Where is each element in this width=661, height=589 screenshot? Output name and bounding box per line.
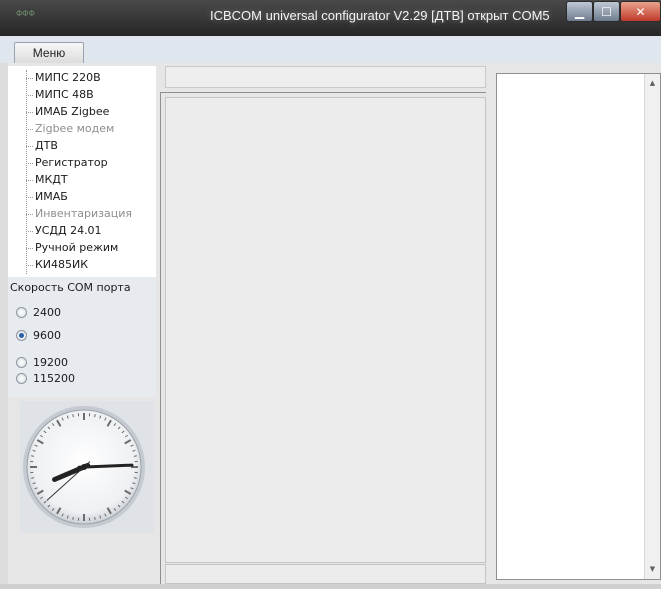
tree-item[interactable]: ИМАБ Zigbee [8, 104, 156, 120]
scroll-down-icon[interactable]: ▼ [645, 562, 660, 577]
app-window: ΦΦΦ ICBCOM universal configurator V2.29 … [0, 0, 661, 589]
maximize-button[interactable]: ☐ [593, 1, 620, 22]
tree-item[interactable]: Регистратор [8, 155, 156, 171]
tree-item-label: МИПС 48В [35, 88, 94, 101]
clock-face [23, 406, 145, 528]
tree-item-label: Инвентаризация [35, 207, 132, 220]
tree-connector [26, 112, 33, 113]
tree-connector [26, 129, 33, 130]
clock-tick [133, 455, 137, 457]
clock-tick [72, 414, 74, 418]
tree-item-label: МИПС 220В [35, 71, 101, 84]
baud-rate-group: Скорость COM порта 2400 9600 19200 115200 [8, 277, 156, 397]
tree-item-label: Регистратор [35, 156, 108, 169]
close-icon: ✕ [635, 5, 646, 19]
tree-connector [26, 95, 33, 96]
maximize-icon: ☐ [601, 5, 612, 19]
tree-item-label: ИМАБ [35, 190, 68, 203]
baud-rate-title: Скорость COM порта [10, 281, 131, 294]
tree-item[interactable]: КИ485ИК [8, 257, 156, 273]
tree-item[interactable]: УСДД 24.01 [8, 223, 156, 239]
middle-top-bar [165, 66, 486, 88]
tree-item[interactable]: МИПС 220В [8, 70, 156, 86]
radio-icon[interactable] [16, 330, 27, 341]
tree-connector [26, 78, 33, 79]
tree-item-label: КИ485ИК [35, 258, 89, 271]
tree-connector [26, 163, 33, 164]
baud-radio-label: 115200 [33, 372, 75, 385]
tree-item-label: МКДТ [35, 173, 68, 186]
tree-item[interactable]: МКДТ [8, 172, 156, 188]
baud-radio-115200[interactable]: 115200 [16, 371, 136, 387]
tree-item[interactable]: ДТВ [8, 138, 156, 154]
bottom-edge [0, 584, 661, 589]
tree-item-label: ДТВ [35, 139, 58, 152]
log-text-area[interactable]: ▲ ▼ [496, 73, 661, 580]
left-edge [0, 63, 8, 589]
vertical-scrollbar[interactable]: ▲ ▼ [644, 74, 660, 579]
tree-connector [26, 214, 33, 215]
clock-tick [72, 516, 74, 520]
baud-radio-2400[interactable]: 2400 [16, 305, 136, 321]
tree-connector [26, 231, 33, 232]
minimize-button[interactable]: ▁ [566, 1, 593, 22]
baud-radio-label: 19200 [33, 356, 68, 369]
tree-item: Инвентаризация [8, 206, 156, 222]
tree-item: Zigbee модем [8, 121, 156, 137]
radio-icon[interactable] [16, 307, 27, 318]
tree-item[interactable]: Ручной режим [8, 240, 156, 256]
clock-center [81, 464, 87, 470]
analog-clock [20, 401, 154, 533]
clock-tick [94, 516, 96, 520]
baud-radio-19200[interactable]: 19200 [16, 355, 136, 371]
baud-radio-label: 2400 [33, 306, 61, 319]
menu-tab[interactable]: Меню [14, 42, 84, 63]
radio-icon[interactable] [16, 373, 27, 384]
tree-item[interactable]: МИПС 48В [8, 87, 156, 103]
tree-connector [26, 197, 33, 198]
tree-item-label: Zigbee модем [35, 122, 115, 135]
close-button[interactable]: ✕ [620, 1, 661, 22]
tree-connector [26, 180, 33, 181]
clock-tick [31, 455, 35, 457]
minimize-icon: ▁ [574, 5, 585, 19]
middle-list[interactable] [165, 97, 486, 563]
radio-icon[interactable] [16, 357, 27, 368]
scroll-up-icon[interactable]: ▲ [645, 76, 660, 91]
clock-tick [133, 477, 137, 479]
title-bar[interactable]: ΦΦΦ ICBCOM universal configurator V2.29 … [0, 0, 661, 36]
clock-tick [94, 414, 96, 418]
clock-tick [31, 477, 35, 479]
tree-item-label: ИМАБ Zigbee [35, 105, 110, 118]
middle-status-bar [165, 564, 486, 584]
tree-connector [26, 265, 33, 266]
window-title: ICBCOM universal configurator V2.29 [ДТВ… [210, 8, 550, 23]
tree-item[interactable]: ИМАБ [8, 189, 156, 205]
tree-item-label: УСДД 24.01 [35, 224, 102, 237]
tree-connector [26, 248, 33, 249]
menu-bar: Меню [0, 36, 661, 63]
device-tree: МИПС 220В МИПС 48В ИМАБ Zigbee Zigbee модем… [8, 66, 156, 278]
tree-connector [26, 146, 33, 147]
baud-radio-9600[interactable]: 9600 [16, 328, 136, 344]
app-icon: ΦΦΦ [16, 9, 35, 18]
tree-item-label: Ручной режим [35, 241, 119, 254]
baud-radio-label: 9600 [33, 329, 61, 342]
